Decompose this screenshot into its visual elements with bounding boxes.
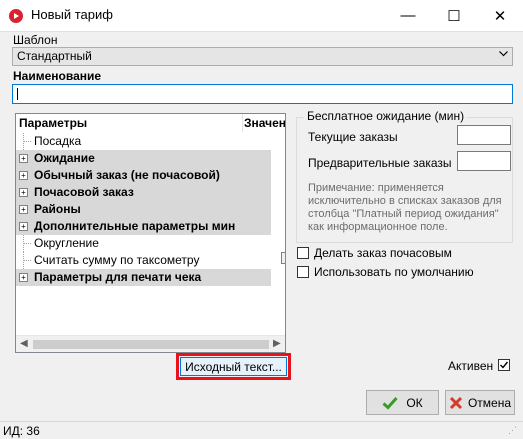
window-title: Новый тариф — [31, 7, 113, 22]
default-checkbox[interactable] — [297, 266, 309, 278]
tree-header: Параметры Значен — [16, 114, 285, 132]
template-label: Шаблон — [13, 33, 58, 47]
tree-category-row[interactable]: + Дополнительные параметры мин — [16, 218, 271, 235]
tree-row-label: Ожидание — [34, 151, 95, 165]
ok-button-label: ОК — [406, 395, 423, 410]
cancel-button-label: Отмена — [467, 395, 512, 410]
minimize-icon: — — [400, 7, 416, 24]
checkmark-icon — [382, 396, 398, 410]
tree-param-row[interactable]: Посадка — [16, 133, 271, 150]
tree-row-label: Обычный заказ (не почасовой) — [34, 168, 220, 182]
scrollbar-thumb[interactable] — [33, 340, 269, 349]
status-bar: ИД: 36 ⋰ — [0, 421, 523, 439]
scroll-left-icon[interactable]: ◀ — [20, 338, 28, 349]
name-input[interactable] — [12, 84, 513, 104]
hourly-checkbox[interactable] — [297, 247, 309, 259]
free-wait-note: Примечание: применяется исключительно в … — [308, 182, 502, 233]
expand-icon[interactable]: + — [19, 154, 28, 163]
active-checkbox-label: Активен — [448, 359, 494, 373]
maximize-button[interactable]: ☐ — [431, 0, 477, 31]
app-icon — [9, 9, 23, 23]
cancel-button[interactable]: Отмена — [445, 390, 515, 415]
horizontal-scrollbar[interactable]: ◀ ▶ — [16, 335, 285, 352]
expand-icon[interactable]: + — [19, 188, 28, 197]
tree-param-row[interactable]: Округление — [16, 235, 271, 252]
tree-row-label: Параметры для печати чека — [34, 270, 202, 284]
chevron-down-icon — [499, 49, 508, 60]
tree-row-label: Посадка — [34, 134, 82, 148]
column-header-params[interactable]: Параметры — [19, 116, 87, 130]
expand-icon[interactable]: + — [19, 205, 28, 214]
close-icon: ✕ — [493, 7, 507, 25]
tree-category-row[interactable]: + Обычный заказ (не почасовой) — [16, 167, 271, 184]
expand-icon[interactable]: + — [19, 222, 28, 231]
column-header-value[interactable]: Значен — [244, 116, 285, 130]
column-divider — [242, 114, 243, 132]
tree-category-row[interactable]: + Районы — [16, 201, 271, 218]
tree-row-label: Районы — [34, 202, 81, 216]
tree-category-row[interactable]: + Ожидание — [16, 150, 271, 167]
expand-icon[interactable]: + — [19, 171, 28, 180]
template-select-value: Стандартный — [17, 49, 92, 63]
tree-line — [24, 260, 31, 261]
free-wait-title: Бесплатное ожидание (мин) — [304, 109, 468, 123]
maximize-icon: ☐ — [447, 7, 461, 25]
scroll-right-icon[interactable]: ▶ — [273, 338, 281, 349]
preliminary-orders-label: Предварительные заказы — [308, 156, 452, 170]
active-checkbox[interactable] — [498, 359, 510, 371]
title-bar: Новый тариф — ☐ ✕ — [0, 0, 523, 32]
ok-button[interactable]: ОК — [366, 390, 439, 415]
tree-row-label: Округление — [34, 236, 99, 250]
template-select[interactable]: Стандартный — [12, 47, 513, 66]
minimize-button[interactable]: — — [385, 0, 431, 31]
tree-param-row[interactable]: Считать сумму по таксометру — [16, 252, 271, 269]
tree-category-row[interactable]: + Почасовой заказ — [16, 184, 271, 201]
hourly-checkbox-label: Делать заказ почасовым — [314, 246, 452, 260]
expand-icon[interactable]: + — [19, 273, 28, 282]
current-orders-label: Текущие заказы — [308, 130, 398, 144]
row-editor-button[interactable] — [281, 252, 285, 264]
resize-grip-icon[interactable]: ⋰ — [508, 425, 517, 436]
close-button[interactable]: ✕ — [477, 0, 523, 31]
text-caret — [17, 88, 18, 100]
cancel-x-icon — [449, 396, 463, 409]
tree-line — [24, 243, 31, 244]
tree-line — [24, 141, 31, 142]
tree-row-label: Считать сумму по таксометру — [34, 253, 200, 267]
parameters-tree[interactable]: Параметры Значен Посадка + Ожидание + Обычны… — [15, 113, 286, 353]
tree-row-label: Дополнительные параметры мин — [34, 219, 236, 233]
name-label: Наименование — [13, 69, 102, 83]
current-orders-input[interactable] — [457, 125, 511, 145]
preliminary-orders-input[interactable] — [457, 151, 511, 171]
tree-category-row[interactable]: + Параметры для печати чека — [16, 269, 271, 286]
default-checkbox-label: Использовать по умолчанию — [314, 265, 474, 279]
source-text-button[interactable]: Исходный текст... — [180, 357, 287, 376]
tree-row-label: Почасовой заказ — [34, 185, 134, 199]
check-icon — [500, 361, 509, 369]
record-id: ИД: 36 — [3, 424, 40, 438]
